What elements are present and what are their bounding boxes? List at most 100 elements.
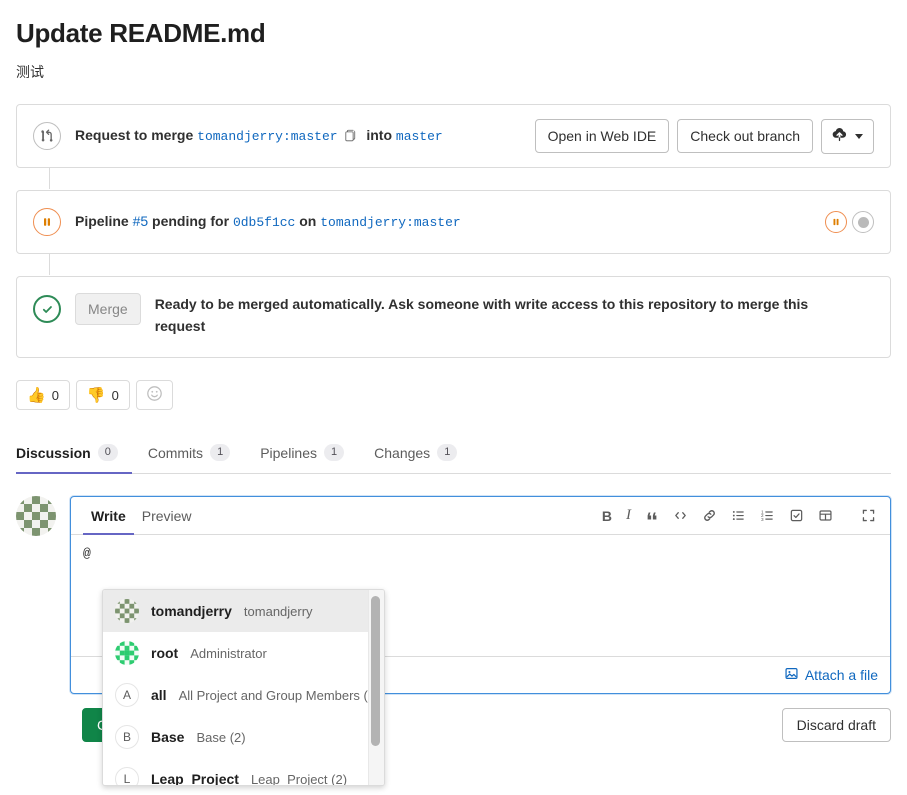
quote-icon[interactable]: [643, 507, 661, 525]
autocomplete-username: root: [151, 645, 178, 661]
source-branch-link[interactable]: tomandjerry:master: [197, 129, 337, 144]
check-out-branch-button[interactable]: Check out branch: [677, 119, 813, 153]
list-item[interactable]: A all All Project and Group Members (2): [103, 674, 384, 716]
branch-actions: Open in Web IDE Check out branch: [535, 119, 874, 154]
stage-dot: [858, 217, 869, 228]
markdown-header: Write Preview B I: [71, 497, 890, 535]
tab-pipelines-badge: 1: [324, 444, 344, 461]
identicon-avatar: [115, 641, 139, 665]
widget-connector-line: [49, 167, 50, 189]
autocomplete-fullname: Leap_Project (2): [251, 772, 347, 787]
tab-discussion[interactable]: Discussion 0: [16, 432, 132, 474]
avatar: [16, 496, 56, 536]
merge-request-page: Update README.md 测试 Request to merge tom…: [0, 0, 907, 795]
request-to-merge-label: Request to merge: [75, 127, 193, 143]
merge-status-message: Ready to be merged automatically. Ask so…: [155, 293, 845, 337]
pipeline-branch-link[interactable]: tomandjerry:master: [320, 215, 460, 230]
pipeline-status-text: Pipeline #5 pending for 0db5f1cc on toma…: [75, 210, 825, 234]
autocomplete-fullname: All Project and Group Members (2): [179, 688, 380, 703]
bulleted-list-icon[interactable]: [729, 506, 748, 525]
into-label: into: [366, 127, 392, 143]
thumbsdown-count: 0: [112, 388, 119, 403]
open-web-ide-button[interactable]: Open in Web IDE: [535, 119, 670, 153]
tab-pipelines-label: Pipelines: [260, 445, 317, 461]
attach-image-icon: [784, 666, 799, 684]
list-item[interactable]: L Leap_Project Leap_Project (2): [103, 758, 384, 786]
thumbsup-award-button[interactable]: 👍 0: [16, 380, 70, 410]
attach-file-label: Attach a file: [805, 667, 878, 683]
markdown-toolbar: B I 123: [600, 505, 878, 526]
thumbsdown-award-button[interactable]: 👎 0: [76, 380, 130, 410]
merge-request-icon: [33, 122, 61, 150]
fullscreen-icon[interactable]: [859, 506, 878, 525]
mention-autocomplete-dropdown[interactable]: tomandjerry tomandjerry root Administrat…: [102, 589, 385, 786]
smiley-add-reaction-icon: [146, 385, 163, 405]
mr-tabs: Discussion 0 Commits 1 Pipelines 1 Chang…: [16, 432, 891, 474]
download-code-icon: [832, 127, 847, 146]
tab-pipelines[interactable]: Pipelines 1: [260, 432, 358, 474]
pipeline-widget: Pipeline #5 pending for 0db5f1cc on toma…: [16, 190, 891, 254]
letter-avatar: L: [115, 767, 139, 786]
autocomplete-username: tomandjerry: [151, 603, 232, 619]
pipeline-number-link[interactable]: #5: [133, 213, 149, 229]
svg-text:3: 3: [761, 517, 764, 522]
link-icon[interactable]: [700, 506, 719, 525]
autocomplete-fullname: tomandjerry: [244, 604, 313, 619]
attach-file-button[interactable]: Attach a file: [784, 666, 878, 684]
download-code-dropdown-button[interactable]: [821, 119, 874, 154]
numbered-list-icon[interactable]: 123: [758, 506, 777, 525]
copy-icon[interactable]: [345, 126, 358, 148]
target-branch-link[interactable]: master: [396, 129, 443, 144]
discard-draft-button[interactable]: Discard draft: [782, 708, 891, 742]
autocomplete-list: tomandjerry tomandjerry root Administrat…: [103, 590, 384, 786]
italic-icon[interactable]: I: [624, 505, 633, 526]
autocomplete-username: all: [151, 687, 167, 703]
check-circle-icon: [33, 295, 61, 323]
merge-request-branch-text: Request to merge tomandjerry:master into…: [75, 124, 523, 148]
task-list-icon[interactable]: [787, 506, 806, 525]
mr-description: 测试: [16, 62, 891, 82]
thumbsup-icon: 👍: [27, 388, 46, 403]
autocomplete-fullname: Administrator: [190, 646, 267, 661]
autocomplete-scrollbar-thumb[interactable]: [371, 596, 380, 746]
tab-changes[interactable]: Changes 1: [374, 432, 471, 474]
thumbsup-count: 0: [52, 388, 59, 403]
widget-connector-line: [49, 253, 50, 275]
add-reaction-button[interactable]: [136, 380, 173, 410]
tab-commits-badge: 1: [210, 444, 230, 461]
stage-pending-icon[interactable]: [825, 211, 847, 233]
pipeline-state: pending for: [152, 213, 229, 229]
table-icon[interactable]: [816, 506, 835, 525]
merge-button[interactable]: Merge: [75, 293, 141, 325]
pipeline-label: Pipeline: [75, 213, 129, 229]
tab-changes-label: Changes: [374, 445, 430, 461]
list-item[interactable]: root Administrator: [103, 632, 384, 674]
thumbsdown-icon: 👎: [87, 388, 106, 403]
list-item[interactable]: B Base Base (2): [103, 716, 384, 758]
merge-request-branch-widget: Request to merge tomandjerry:master into…: [16, 104, 891, 168]
autocomplete-username: Leap_Project: [151, 771, 239, 786]
tab-preview[interactable]: Preview: [134, 498, 200, 535]
autocomplete-username: Base: [151, 729, 184, 745]
list-item[interactable]: tomandjerry tomandjerry: [103, 590, 384, 632]
tab-changes-badge: 1: [437, 444, 457, 461]
commit-sha-link[interactable]: 0db5f1cc: [233, 215, 295, 230]
letter-avatar: B: [115, 725, 139, 749]
tab-discussion-label: Discussion: [16, 445, 91, 461]
tab-discussion-badge: 0: [98, 444, 118, 461]
tab-commits[interactable]: Commits 1: [148, 432, 244, 474]
pipeline-pending-icon: [33, 208, 61, 236]
award-emoji-bar: 👍 0 👎 0: [16, 380, 891, 410]
identicon-avatar: [115, 599, 139, 623]
chevron-down-icon: [855, 134, 863, 139]
merge-ready-widget: Merge Ready to be merged automatically. …: [16, 276, 891, 358]
page-title: Update README.md: [16, 0, 891, 50]
bold-icon[interactable]: B: [600, 506, 614, 526]
code-icon[interactable]: [671, 506, 690, 525]
stage-created-icon[interactable]: [852, 211, 874, 233]
on-label: on: [299, 213, 316, 229]
pipeline-stages: [825, 211, 874, 233]
tab-write[interactable]: Write: [83, 498, 134, 535]
tab-commits-label: Commits: [148, 445, 203, 461]
autocomplete-fullname: Base (2): [196, 730, 245, 745]
